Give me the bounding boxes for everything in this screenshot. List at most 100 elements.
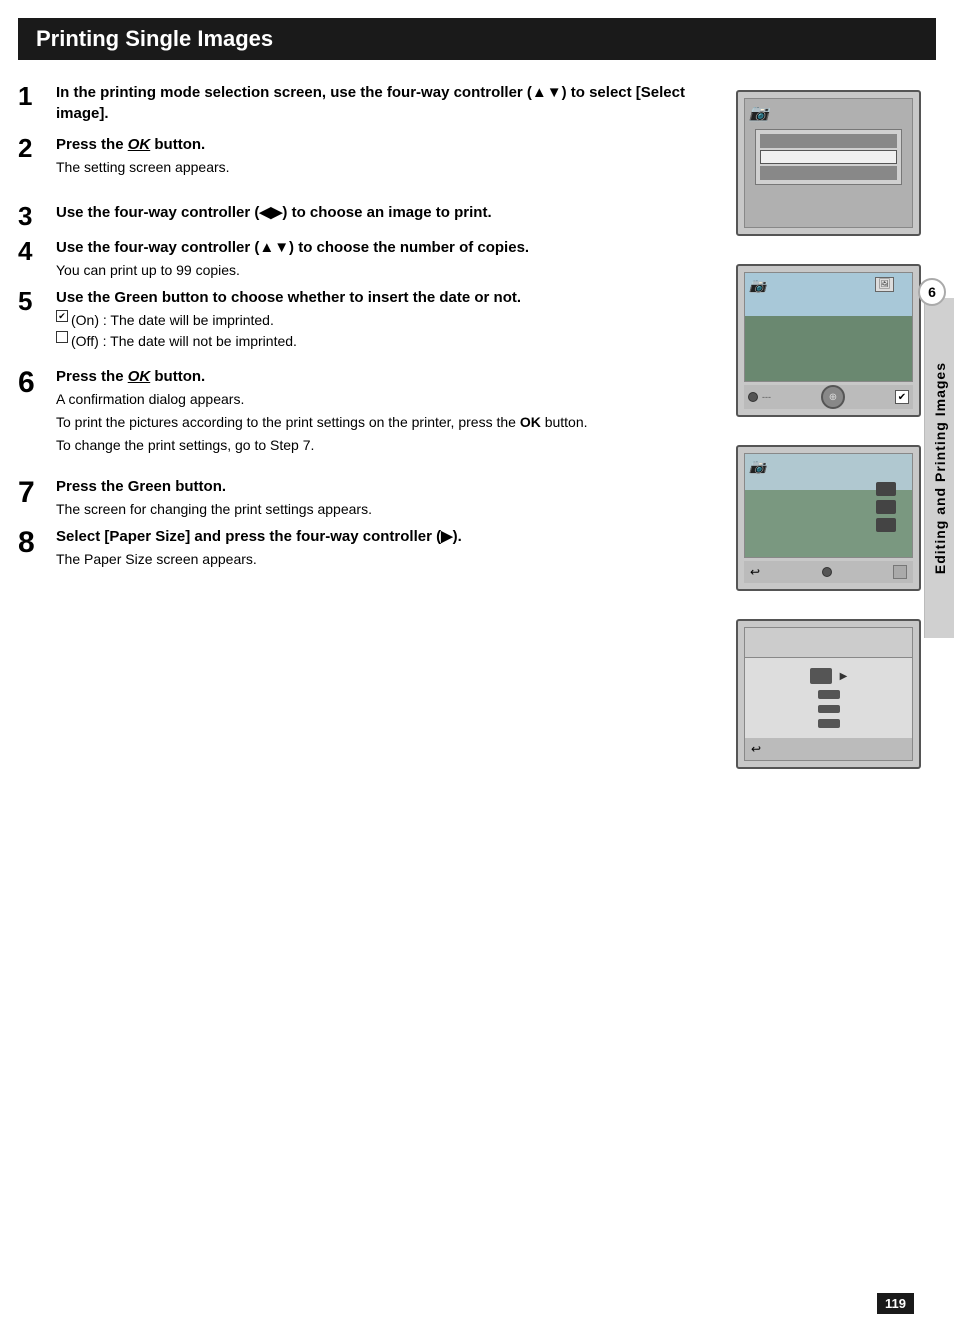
screen-2-mockup: 📷 🖼 --- ⊕ ✔	[736, 264, 921, 417]
step-2-content: Press the OK button. The setting screen …	[56, 134, 716, 178]
printer-icon-2	[876, 500, 896, 514]
step-4-sub: You can print up to 99 copies.	[56, 260, 716, 281]
step-1-title: In the printing mode selection screen, u…	[56, 82, 716, 124]
step-5-sub-on: ✔ (On) : The date will be imprinted.	[56, 310, 716, 331]
print-row-1: ▶	[810, 668, 848, 684]
screen-4-back-icon: ↩	[751, 742, 761, 756]
step-3: 3 Use the four-way controller (◀▶) to ch…	[18, 202, 716, 231]
screen-3-printer-icons	[876, 482, 896, 532]
step-6-sub3: To change the print settings, go to Step…	[56, 435, 716, 456]
page-number-text: 119	[885, 1296, 906, 1311]
step-7-title: Press the Green button.	[56, 476, 716, 497]
screen-3-mode-icon: 📷	[749, 458, 766, 475]
step-4: 4 Use the four-way controller (▲▼) to ch…	[18, 237, 716, 281]
camera-icon: 📷	[749, 103, 769, 123]
step-7-sub: The screen for changing the print settin…	[56, 499, 716, 520]
screen-4-content: ▶	[745, 658, 912, 738]
step-8-sub: The Paper Size screen appears.	[56, 549, 716, 570]
screen-3-mockup: 📷 ↩	[736, 445, 921, 591]
screen-4-inner: ▶ ↩	[744, 627, 913, 761]
step-8-title: Select [Paper Size] and press the four-w…	[56, 526, 716, 547]
screen-1-mockup: 📷	[736, 90, 921, 236]
step-number-1: 1	[18, 82, 56, 111]
dot-button-1	[748, 392, 758, 402]
step-number-4: 4	[18, 237, 56, 266]
screen-1-image: 📷	[745, 99, 912, 227]
screen-1-menu	[755, 129, 902, 185]
screenshots-column: 📷 📷	[736, 70, 936, 769]
step-2: 2 Press the OK button. The setting scree…	[18, 134, 716, 178]
step-4-title: Use the four-way controller (▲▼) to choo…	[56, 237, 716, 258]
back-arrow-icon: ↩	[750, 565, 760, 579]
step-6-title: Press the OK button.	[56, 366, 716, 387]
chapter-number-badge: 6	[918, 278, 946, 306]
steps-column: 1 In the printing mode selection screen,…	[18, 70, 736, 769]
menu-item-selected	[760, 150, 897, 164]
screen-2-small-icon: 🖼	[875, 277, 894, 292]
step-number-7: 7	[18, 476, 56, 509]
step-number-6: 6	[18, 366, 56, 399]
circle-ok-button: ⊕	[821, 385, 845, 409]
screen-3-bottom: ↩	[744, 561, 913, 583]
screen-4-wrapper: ▶ ↩	[736, 619, 921, 769]
step-2-title: Press the OK button.	[56, 134, 716, 155]
page-title: Printing Single Images	[18, 18, 936, 60]
step-7: 7 Press the Green button. The screen for…	[18, 476, 716, 520]
step-3-title: Use the four-way controller (◀▶) to choo…	[56, 202, 716, 223]
step-number-8: 8	[18, 526, 56, 559]
page-number: 119	[877, 1293, 914, 1314]
step-6-sub1: A confirmation dialog appears.	[56, 389, 716, 410]
menu-item-3	[760, 166, 897, 180]
step-1-content: In the printing mode selection screen, u…	[56, 82, 716, 126]
checkbox-on-icon: ✔	[56, 310, 68, 322]
printer-icon-a	[810, 668, 832, 684]
screen-4-bottom: ↩	[745, 738, 912, 760]
step-5: 5 Use the Green button to choose whether…	[18, 287, 716, 352]
step-7-content: Press the Green button. The screen for c…	[56, 476, 716, 520]
step-1: 1 In the printing mode selection screen,…	[18, 82, 716, 126]
arrow-right-icon: ▶	[840, 671, 848, 682]
screen-2-mode-icon: 📷	[749, 277, 766, 294]
chapter-number: 6	[928, 284, 936, 300]
step-4-content: Use the four-way controller (▲▼) to choo…	[56, 237, 716, 281]
step-number-3: 3	[18, 202, 56, 231]
step-5-title: Use the Green button to choose whether t…	[56, 287, 716, 308]
screen-2-checkbox: ✔	[895, 390, 909, 404]
screen-2-inner: 📷 🖼	[744, 272, 913, 382]
step-5-on-text: (On) : The date will be imprinted.	[71, 310, 274, 331]
screen-3-btn	[893, 565, 907, 579]
step-2-sub: The setting screen appears.	[56, 157, 716, 178]
printer-icon-b	[818, 690, 840, 699]
step-6-content: Press the OK button. A confirmation dial…	[56, 366, 716, 456]
screen-3-landscape: 📷	[745, 454, 912, 557]
screen-3-wrapper: 📷 ↩	[736, 445, 921, 591]
step-8-content: Select [Paper Size] and press the four-w…	[56, 526, 716, 570]
screen-1-bottom	[745, 227, 912, 228]
chapter-side-tab: Editing and Printing Images	[924, 298, 954, 638]
printer-icon-3	[876, 518, 896, 532]
dot-button-2	[822, 567, 832, 577]
step-number-5: 5	[18, 287, 56, 316]
printer-icon-1	[876, 482, 896, 496]
step-3-content: Use the four-way controller (◀▶) to choo…	[56, 202, 716, 225]
screen-4-mockup: ▶ ↩	[736, 619, 921, 769]
screen-2-wrapper: 📷 🖼 --- ⊕ ✔	[736, 264, 921, 417]
step-6-sub2: To print the pictures according to the p…	[56, 412, 716, 433]
printer-icon-d	[818, 719, 840, 728]
step-8: 8 Select [Paper Size] and press the four…	[18, 526, 716, 570]
step-5-off-text: (Off) : The date will not be imprinted.	[71, 331, 297, 352]
chapter-label: Editing and Printing Images	[932, 362, 948, 574]
screen-4-top-bar	[745, 628, 912, 658]
step-number-2: 2	[18, 134, 56, 163]
screen-1-inner: 📷	[744, 98, 913, 228]
checkbox-off-icon	[56, 331, 68, 343]
step-6: 6 Press the OK button. A confirmation di…	[18, 366, 716, 456]
screen-3-inner: 📷	[744, 453, 913, 558]
step-5-sub-off: (Off) : The date will not be imprinted.	[56, 331, 716, 352]
menu-item-1	[760, 134, 897, 148]
screen-2-landscape: 📷 🖼	[745, 273, 912, 381]
screen-2-bottom: --- ⊕ ✔	[744, 385, 913, 409]
header-title-text: Printing Single Images	[36, 26, 273, 51]
printer-icon-c	[818, 705, 840, 714]
screen-1-wrapper: 📷	[736, 90, 921, 236]
